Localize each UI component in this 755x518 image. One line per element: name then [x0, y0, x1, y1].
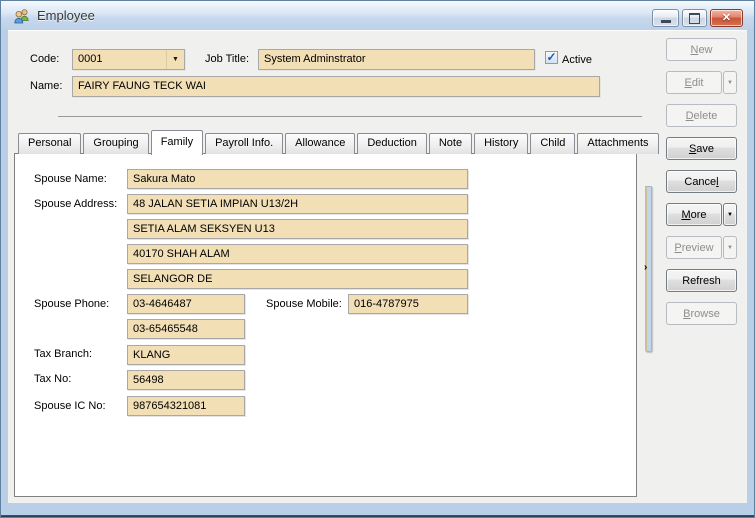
tabstrip: Personal Grouping Family Payroll Info. Allow…	[18, 130, 661, 155]
tab-personal[interactable]: Personal	[18, 133, 82, 154]
preview-button[interactable]: Preview	[666, 236, 722, 259]
preview-dropdown-button[interactable]: ▼	[723, 236, 737, 259]
edit-dropdown-button[interactable]: ▼	[723, 71, 737, 94]
spouse-mobile-field[interactable]: 016-4787975	[348, 294, 468, 314]
check-icon: ✓	[546, 49, 557, 64]
tab-family[interactable]: Family	[150, 130, 204, 155]
tab-history[interactable]: History	[474, 133, 529, 154]
tax-no-label: Tax No:	[34, 373, 72, 385]
tab-grouping[interactable]: Grouping	[83, 133, 149, 154]
spouse-address-line2-field[interactable]: SETIA ALAM SEKSYEN U13	[127, 219, 468, 239]
minimize-icon	[660, 19, 671, 23]
tax-no-value: 56498	[133, 374, 164, 386]
delete-button-row: Delete	[666, 104, 737, 127]
job-title-field[interactable]: System Adminstrator	[258, 49, 535, 70]
more-button[interactable]: More	[666, 203, 722, 226]
tax-branch-label: Tax Branch:	[34, 348, 93, 360]
cancel-button[interactable]: Cancel	[666, 170, 737, 193]
spouse-address-line3-field[interactable]: 40170 SHAH ALAM	[127, 244, 468, 264]
spouse-ic-value: 987654321081	[133, 400, 207, 412]
preview-button-row: Preview ▼	[666, 236, 737, 259]
spouse-phone1-value: 03-4646487	[133, 298, 192, 310]
window-title: Employee	[37, 8, 95, 23]
name-label: Name:	[30, 80, 63, 92]
spouse-ic-field[interactable]: 987654321081	[127, 396, 245, 416]
maximize-button[interactable]	[682, 9, 707, 27]
minimize-button[interactable]	[652, 9, 679, 27]
cancel-button-row: Cancel	[666, 170, 737, 193]
employees-icon	[14, 8, 29, 23]
header-separator	[58, 116, 642, 117]
save-button-row: Save	[666, 137, 737, 160]
active-checkbox[interactable]: ✓	[545, 51, 558, 64]
spouse-mobile-label: Spouse Mobile:	[266, 298, 342, 310]
spouse-phone2-field[interactable]: 03-65465548	[127, 319, 245, 339]
more-button-row: More ▼	[666, 203, 737, 226]
tab-deduction[interactable]: Deduction	[357, 133, 427, 154]
tax-branch-value: KLANG	[133, 349, 171, 361]
refresh-button[interactable]: Refresh	[666, 269, 737, 292]
spouse-name-label: Spouse Name:	[34, 173, 107, 185]
more-dropdown-button[interactable]: ▼	[723, 203, 737, 226]
spouse-phone2-value: 03-65465548	[133, 323, 198, 335]
new-button[interactable]: New	[666, 38, 737, 61]
delete-button[interactable]: Delete	[666, 104, 737, 127]
titlebar[interactable]: Employee	[1, 1, 754, 30]
maximize-icon	[689, 12, 700, 24]
spouse-name-value: Sakura Mato	[133, 173, 196, 185]
spouse-address-line1: 48 JALAN SETIA IMPIAN U13/2H	[133, 198, 299, 210]
splitter-expand-icon[interactable]: ›	[644, 263, 647, 273]
combo-dropdown-icon[interactable]: ▼	[166, 50, 184, 69]
tab-allowance[interactable]: Allowance	[285, 133, 356, 154]
spouse-phone-label: Spouse Phone:	[34, 298, 110, 310]
code-combobox[interactable]: 0001 ▼	[72, 49, 185, 70]
spouse-address-line4: SELANGOR DE	[133, 273, 213, 285]
spouse-address-label: Spouse Address:	[34, 198, 118, 210]
close-button[interactable]: ✕	[710, 9, 743, 27]
tab-payroll-info[interactable]: Payroll Info.	[205, 133, 284, 154]
edit-button[interactable]: Edit	[666, 71, 722, 94]
tab-attachments[interactable]: Attachments	[577, 133, 659, 154]
job-title-value: System Adminstrator	[264, 53, 366, 65]
active-label: Active	[562, 54, 592, 66]
job-title-label: Job Title:	[205, 53, 250, 65]
save-button[interactable]: Save	[666, 137, 737, 160]
spouse-mobile-value: 016-4787975	[354, 298, 419, 310]
close-icon: ✕	[721, 11, 732, 24]
spouse-phone1-field[interactable]: 03-4646487	[127, 294, 245, 314]
new-button-row: New	[666, 38, 737, 61]
tax-no-field[interactable]: 56498	[127, 370, 245, 390]
spouse-name-field[interactable]: Sakura Mato	[127, 169, 468, 189]
name-value: FAIRY FAUNG TECK WAI	[78, 80, 206, 92]
code-value: 0001	[78, 53, 103, 65]
browse-button-row: Browse	[666, 302, 737, 325]
tab-child[interactable]: Child	[530, 133, 576, 154]
refresh-button-row: Refresh	[666, 269, 737, 292]
browse-button[interactable]: Browse	[666, 302, 737, 325]
spouse-address-line2: SETIA ALAM SEKSYEN U13	[133, 223, 275, 235]
panel-splitter[interactable]: ›	[644, 186, 652, 352]
tax-branch-field[interactable]: KLANG	[127, 345, 245, 365]
edit-button-row: Edit ▼	[666, 71, 737, 94]
spouse-address-line4-field[interactable]: SELANGOR DE	[127, 269, 468, 289]
spouse-ic-label: Spouse IC No:	[34, 400, 106, 412]
spouse-address-line3: 40170 SHAH ALAM	[133, 248, 230, 260]
name-field[interactable]: FAIRY FAUNG TECK WAI	[72, 76, 600, 97]
code-label: Code:	[30, 53, 60, 65]
spouse-address-line1-field[interactable]: 48 JALAN SETIA IMPIAN U13/2H	[127, 194, 468, 214]
tab-note[interactable]: Note	[428, 133, 473, 154]
